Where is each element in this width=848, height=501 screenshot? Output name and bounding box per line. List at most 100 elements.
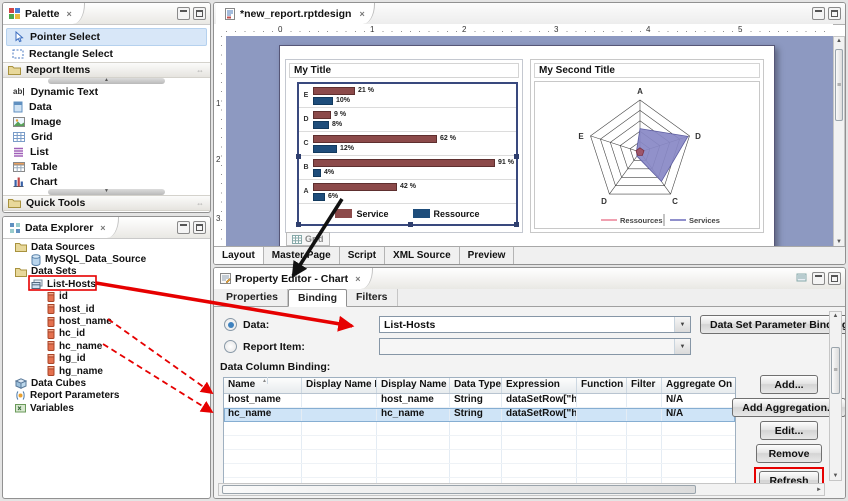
table-row-host-name[interactable]: host_name host_name String dataSetRow["h… — [224, 394, 735, 408]
grid-element-tab[interactable]: Grid — [286, 232, 330, 246]
editor-scrollbar-vertical[interactable]: ▲ ≡ ▼ — [833, 36, 845, 247]
tree-item-column-hc-id[interactable]: hc_id — [3, 328, 210, 340]
tab-properties[interactable]: Properties — [217, 289, 288, 306]
data-explorer-tab[interactable]: Data Explorer × — [3, 217, 119, 238]
property-scrollbar-vertical[interactable]: ▲ ≡ ▼ — [829, 311, 842, 481]
report-item-radio[interactable] — [224, 340, 237, 353]
rectangle-select-icon — [12, 49, 24, 59]
tab-xml-source[interactable]: XML Source — [385, 247, 460, 264]
layout-toggle-icon[interactable]: ⇔ — [196, 199, 204, 208]
minimize-icon[interactable] — [177, 7, 190, 20]
scroll-up-icon[interactable]: ▲ — [830, 313, 841, 319]
chevron-down-icon[interactable]: ▼ — [674, 317, 690, 332]
tool-pointer-select[interactable]: Pointer Select — [6, 28, 207, 46]
chevron-down-icon[interactable]: ▼ — [674, 339, 690, 354]
bar-value-label: 8% — [332, 121, 342, 128]
tree-item-report-parameters[interactable]: Report Parameters — [3, 390, 210, 402]
column-header[interactable]: Filter — [627, 378, 662, 393]
view-menu-icon[interactable] — [796, 272, 807, 285]
tab-preview[interactable]: Preview — [460, 247, 515, 264]
section-quick-tools[interactable]: Quick Tools ⇔ — [3, 195, 210, 211]
table-row-empty[interactable] — [224, 422, 735, 436]
tree-item-column-hc-name[interactable]: hc_name — [3, 340, 210, 352]
data-radio[interactable] — [224, 318, 237, 331]
tree-item-column-id[interactable]: id — [3, 291, 210, 303]
selection-handle[interactable] — [296, 154, 301, 159]
selection-handle[interactable] — [514, 222, 519, 227]
tree-item-column-hg-id[interactable]: hg_id — [3, 353, 210, 365]
bar-chart-element[interactable]: My Title E 21 % 10% D 9 % 8% — [285, 59, 523, 233]
scroll-right-icon[interactable]: ► — [816, 487, 822, 493]
palette-item-list[interactable]: List — [3, 144, 210, 159]
table-row-empty[interactable] — [224, 464, 735, 478]
table-row-hc-name[interactable]: hc_name hc_name String dataSetRow["hc...… — [224, 408, 735, 422]
palette-item-dynamic-text[interactable]: ab| Dynamic Text — [3, 84, 210, 99]
tree-item-data-cubes[interactable]: Data Cubes — [3, 377, 210, 389]
column-header[interactable]: Display Name — [377, 378, 450, 393]
scroll-up-icon[interactable]: ▲ — [834, 38, 844, 44]
tool-rectangle-select[interactable]: Rectangle Select — [3, 46, 210, 62]
palette-item-aggregation[interactable]: Σ Aggregation — [3, 211, 210, 213]
property-scrollbar-horizontal[interactable]: ► — [218, 483, 825, 496]
palette-item-chart[interactable]: Chart — [3, 174, 210, 189]
remove-button[interactable]: Remove — [756, 444, 822, 463]
tree-item-column-host-id[interactable]: host_id — [3, 303, 210, 315]
selection-handle[interactable] — [296, 222, 301, 227]
selection-handle[interactable] — [514, 154, 519, 159]
editor-tab-new-report[interactable]: *new_report.rptdesign × — [216, 3, 375, 24]
tab-master-page[interactable]: Master Page — [264, 247, 340, 264]
palette-item-image[interactable]: Image — [3, 114, 210, 129]
scroll-down-icon[interactable]: ▼ — [834, 239, 844, 245]
column-header[interactable]: Display Name ID — [302, 378, 377, 393]
report-page[interactable]: My Title E 21 % 10% D 9 % 8% — [279, 45, 775, 247]
column-header[interactable]: Function — [577, 378, 627, 393]
close-icon[interactable]: × — [66, 9, 71, 19]
add-button[interactable]: Add... — [760, 375, 818, 394]
tree-item-column-hg-name[interactable]: hg_name — [3, 365, 210, 377]
scrollbar-thumb[interactable]: ≡ — [835, 49, 843, 121]
report-item-combo[interactable]: ▼ — [379, 338, 691, 355]
tree-item-list-hosts[interactable]: List-Hosts — [3, 278, 210, 290]
data-column-binding-table[interactable]: Name Display Name ID Display Name Data T… — [223, 377, 736, 492]
selection-handle[interactable] — [408, 222, 413, 227]
edit-button[interactable]: Edit... — [760, 421, 818, 440]
tab-filters[interactable]: Filters — [347, 289, 398, 306]
palette-item-data[interactable]: Data — [3, 99, 210, 114]
palette-tab[interactable]: Palette × — [3, 3, 85, 24]
palette-item-grid[interactable]: Grid — [3, 129, 210, 144]
close-icon[interactable]: × — [100, 223, 105, 233]
table-row-empty[interactable] — [224, 436, 735, 450]
scrollbar-thumb[interactable]: ≡ — [831, 347, 840, 394]
scrollbar-thumb[interactable] — [222, 485, 696, 494]
dataset-combo[interactable]: List-Hosts ▼ — [379, 316, 691, 333]
tree-item-variables[interactable]: Variables — [3, 402, 210, 414]
report-canvas[interactable]: My Title E 21 % 10% D 9 % 8% — [226, 36, 833, 247]
minimize-icon[interactable] — [812, 7, 825, 20]
palette-item-table[interactable]: Table — [3, 159, 210, 174]
tree-item-data-sources[interactable]: Data Sources — [3, 241, 210, 253]
maximize-icon[interactable] — [828, 7, 841, 20]
tab-layout[interactable]: Layout — [214, 247, 264, 264]
layout-toggle-icon[interactable]: ⇔ — [196, 66, 204, 75]
radar-chart-element[interactable]: My Second Title — [530, 59, 764, 233]
tree-item-column-host-name[interactable]: host_name — [3, 315, 210, 327]
property-editor-tab[interactable]: Property Editor - Chart × — [214, 268, 373, 289]
column-header[interactable]: Aggregate On — [662, 378, 735, 393]
column-header[interactable]: Expression — [502, 378, 577, 393]
minimize-icon[interactable] — [177, 221, 190, 234]
close-icon[interactable]: × — [355, 274, 360, 284]
maximize-icon[interactable] — [828, 272, 841, 285]
tree-item-mysql-data-source[interactable]: MySQL_Data_Source — [3, 253, 210, 265]
table-row-empty[interactable] — [224, 450, 735, 464]
column-header[interactable]: Data Type — [450, 378, 502, 393]
tab-binding[interactable]: Binding — [288, 289, 347, 307]
maximize-icon[interactable] — [193, 221, 206, 234]
section-report-items[interactable]: Report Items ⇔ — [3, 62, 210, 78]
close-icon[interactable]: × — [359, 9, 364, 19]
scroll-down-icon[interactable]: ▼ — [830, 473, 841, 479]
minimize-icon[interactable] — [812, 272, 825, 285]
data-set-parameter-binding-button[interactable]: Data Set Parameter Binding... — [700, 315, 846, 334]
tab-script[interactable]: Script — [340, 247, 385, 264]
tree-item-data-sets[interactable]: Data Sets — [3, 266, 210, 278]
maximize-icon[interactable] — [193, 7, 206, 20]
